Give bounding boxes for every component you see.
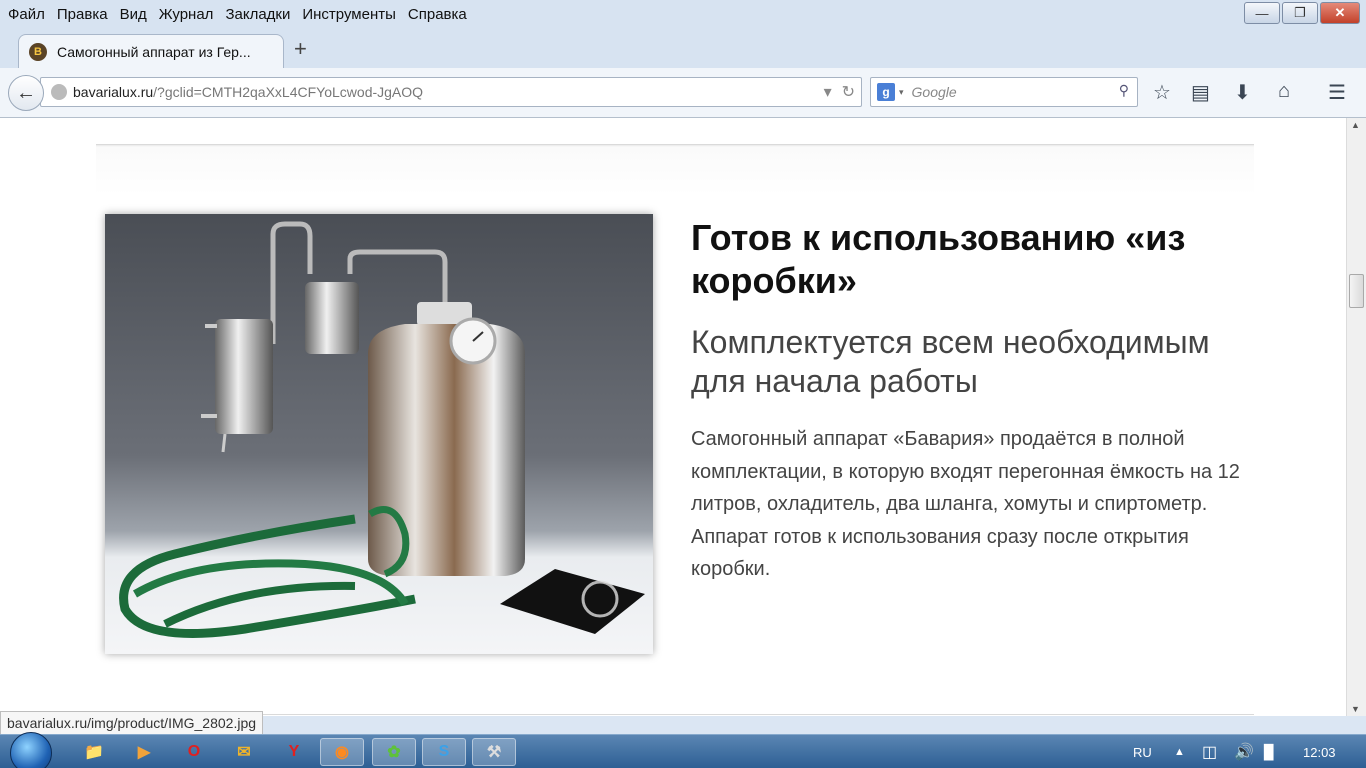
section-subheading: Комплектуется всем необходимым для начал… bbox=[691, 324, 1210, 399]
tab-title: Самогонный аппарат из Гер... bbox=[57, 43, 251, 60]
menu-file[interactable]: Файл bbox=[8, 6, 45, 23]
close-button[interactable]: ✕ bbox=[1320, 2, 1360, 24]
network-adapter-icon[interactable]: ◫ bbox=[1202, 735, 1217, 768]
menu-edit[interactable]: Правка bbox=[57, 6, 108, 23]
address-bar[interactable]: bavarialux.ru/?gclid=CMTH2qaXxL4CFYoLcwo… bbox=[40, 77, 862, 107]
menu-icon[interactable]: ☰ bbox=[1328, 80, 1346, 105]
opera-icon[interactable]: O bbox=[172, 738, 216, 766]
back-arrow-icon: ← bbox=[16, 81, 36, 104]
windows-taskbar: 📁 ▶ O ✉ Y ◉ ✿ S ⚒ RU ▲ ◫ 🔊 ▉ 12:03 bbox=[0, 732, 1366, 768]
download-icon[interactable]: ⬇ bbox=[1234, 80, 1251, 105]
menu-tools[interactable]: Инструменты bbox=[302, 6, 396, 23]
section-divider-bottom bbox=[96, 714, 1254, 716]
product-photo[interactable] bbox=[105, 214, 653, 654]
section-divider bbox=[96, 144, 1254, 194]
navigation-bar: bavarialux.ru/?gclid=CMTH2qaXxL4CFYoLcwo… bbox=[0, 68, 1366, 118]
search-placeholder: Google bbox=[911, 84, 957, 100]
bookmark-star-icon[interactable]: ☆ bbox=[1153, 80, 1171, 105]
clock[interactable]: 12:03 bbox=[1303, 735, 1336, 768]
history-dropdown-icon[interactable]: ▾ bbox=[824, 82, 832, 102]
icq-icon[interactable]: ✿ bbox=[372, 738, 416, 766]
close-icon: ✕ bbox=[1334, 5, 1346, 20]
skype-icon[interactable]: S bbox=[422, 738, 466, 766]
search-bar[interactable]: g ▾ Google ⚲ bbox=[870, 77, 1138, 107]
site-favicon-icon: B bbox=[29, 42, 47, 61]
menu-view[interactable]: Вид bbox=[120, 6, 147, 23]
page-content: Готов к использованию «из коробки» Компл… bbox=[0, 118, 1346, 716]
menu-bookmarks[interactable]: Закладки bbox=[225, 6, 290, 23]
tool-icon[interactable]: ⚒ bbox=[472, 738, 516, 766]
start-button[interactable] bbox=[10, 732, 52, 768]
tab-active[interactable]: B Самогонный аппарат из Гер... bbox=[18, 34, 284, 68]
new-tab-button[interactable]: + bbox=[294, 36, 307, 62]
scroll-up-icon[interactable]: ▲ bbox=[1351, 120, 1360, 130]
menu-help[interactable]: Справка bbox=[408, 6, 467, 23]
media-player-icon[interactable]: ▶ bbox=[122, 738, 166, 766]
reload-icon[interactable]: ↻ bbox=[842, 82, 855, 102]
globe-icon bbox=[51, 84, 67, 100]
section-description: Самогонный аппарат «Бавария» продаётся в… bbox=[691, 428, 1240, 581]
reading-list-icon[interactable]: ▤ bbox=[1191, 80, 1210, 105]
google-engine-icon[interactable]: g bbox=[877, 83, 895, 101]
engine-dropdown-icon[interactable]: ▾ bbox=[899, 87, 904, 98]
tab-strip: B Самогонный аппарат из Гер... + bbox=[0, 28, 1366, 68]
status-url-tooltip: bavarialux.ru/img/product/IMG_2802.jpg bbox=[0, 711, 264, 735]
outlook-icon[interactable]: ✉ bbox=[222, 738, 266, 766]
back-button[interactable]: ← bbox=[8, 75, 44, 111]
url-host: bavarialux.ru bbox=[73, 84, 154, 100]
section-heading: Готов к использованию «из коробки» bbox=[691, 217, 1186, 301]
minimize-icon: — bbox=[1255, 5, 1269, 21]
volume-icon[interactable]: 🔊 bbox=[1234, 735, 1254, 768]
distiller-illustration bbox=[119, 221, 645, 638]
explorer-icon[interactable]: 📁 bbox=[72, 738, 116, 766]
yandex-icon[interactable]: Y bbox=[272, 738, 316, 766]
scroll-thumb[interactable] bbox=[1349, 274, 1364, 308]
page-scrollbar[interactable]: ▲ ▼ bbox=[1346, 118, 1366, 716]
menu-bar: Файл Правка Вид Журнал Закладки Инструме… bbox=[0, 0, 1366, 28]
restore-icon: ❐ bbox=[1294, 5, 1306, 20]
search-icon[interactable]: ⚲ bbox=[1119, 82, 1129, 99]
window-controls: — ❐ ✕ bbox=[1244, 2, 1360, 24]
restore-button[interactable]: ❐ bbox=[1282, 2, 1318, 24]
home-icon[interactable]: ⌂ bbox=[1278, 80, 1290, 103]
signal-icon[interactable]: ▉ bbox=[1264, 735, 1275, 768]
scroll-down-icon[interactable]: ▼ bbox=[1351, 704, 1360, 714]
menu-history[interactable]: Журнал bbox=[159, 6, 214, 23]
tray-expand-icon[interactable]: ▲ bbox=[1174, 735, 1185, 768]
url-path: /?gclid=CMTH2qaXxL4CFYoLcwod-JgAOQ bbox=[153, 84, 424, 100]
minimize-button[interactable]: — bbox=[1244, 2, 1280, 24]
firefox-icon[interactable]: ◉ bbox=[320, 738, 364, 766]
language-indicator[interactable]: RU bbox=[1133, 735, 1152, 768]
